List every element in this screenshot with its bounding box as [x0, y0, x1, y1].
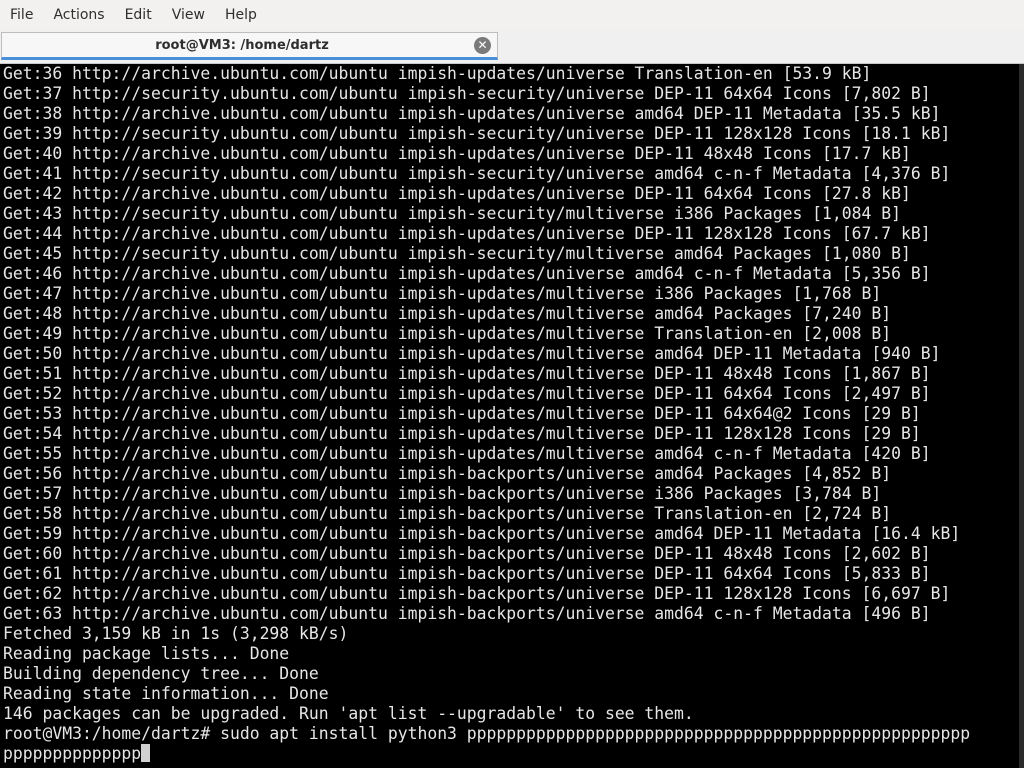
terminal-line: Get:53 http://archive.ubuntu.com/ubuntu … — [3, 404, 921, 423]
terminal-line: Get:44 http://archive.ubuntu.com/ubuntu … — [3, 224, 931, 243]
terminal-line: Get:56 http://archive.ubuntu.com/ubuntu … — [3, 464, 892, 483]
terminal-line: Get:48 http://archive.ubuntu.com/ubuntu … — [3, 304, 892, 323]
terminal-line: Get:63 http://archive.ubuntu.com/ubuntu … — [3, 604, 931, 623]
terminal-line: Get:54 http://archive.ubuntu.com/ubuntu … — [3, 424, 921, 443]
terminal-line: Get:47 http://archive.ubuntu.com/ubuntu … — [3, 284, 882, 303]
tab-bar: root@VM3: /home/dartz ✕ — [0, 30, 1024, 64]
terminal-line: Get:55 http://archive.ubuntu.com/ubuntu … — [3, 444, 931, 463]
terminal-line: Get:38 http://archive.ubuntu.com/ubuntu … — [3, 104, 941, 123]
terminal-line: Get:61 http://archive.ubuntu.com/ubuntu … — [3, 564, 931, 583]
terminal-tab[interactable]: root@VM3: /home/dartz ✕ — [1, 32, 498, 60]
terminal-line: Get:36 http://archive.ubuntu.com/ubuntu … — [3, 64, 872, 83]
terminal-line: Get:60 http://archive.ubuntu.com/ubuntu … — [3, 544, 931, 563]
terminal-line: Get:58 http://archive.ubuntu.com/ubuntu … — [3, 504, 892, 523]
terminal-cursor — [141, 744, 151, 762]
terminal-line: root@VM3:/home/dartz# sudo apt install p… — [3, 724, 971, 743]
terminal-input-text: pppppppppppppp — [3, 744, 142, 763]
terminal-line: Get:37 http://security.ubuntu.com/ubuntu… — [3, 84, 931, 103]
terminal-line: Reading package lists... Done — [3, 644, 290, 663]
terminal-line: Get:51 http://archive.ubuntu.com/ubuntu … — [3, 364, 931, 383]
menubar: File Actions Edit View Help — [0, 0, 1024, 30]
terminal-input-continuation: pppppppppppppp — [3, 744, 970, 764]
terminal-line: Get:59 http://archive.ubuntu.com/ubuntu … — [3, 524, 961, 543]
terminal-line: Fetched 3,159 kB in 1s (3,298 kB/s) — [3, 624, 349, 643]
tab-title: root@VM3: /home/dartz — [155, 38, 329, 53]
terminal-line: Get:41 http://security.ubuntu.com/ubuntu… — [3, 164, 951, 183]
terminal-line: Get:39 http://security.ubuntu.com/ubuntu… — [3, 124, 951, 143]
terminal-line: Building dependency tree... Done — [3, 664, 319, 683]
terminal-line: Get:40 http://archive.ubuntu.com/ubuntu … — [3, 144, 911, 163]
terminal-line: Get:57 http://archive.ubuntu.com/ubuntu … — [3, 484, 882, 503]
terminal-line: Get:50 http://archive.ubuntu.com/ubuntu … — [3, 344, 941, 363]
terminal-window: File Actions Edit View Help root@VM3: /h… — [0, 0, 1024, 768]
terminal-line: Get:43 http://security.ubuntu.com/ubuntu… — [3, 204, 901, 223]
terminal-line: Get:62 http://archive.ubuntu.com/ubuntu … — [3, 584, 951, 603]
menu-actions[interactable]: Actions — [43, 0, 114, 30]
terminal-line: Get:49 http://archive.ubuntu.com/ubuntu … — [3, 324, 892, 343]
close-icon[interactable]: ✕ — [474, 37, 491, 54]
terminal-line: Get:52 http://archive.ubuntu.com/ubuntu … — [3, 384, 931, 403]
terminal-scrollbar[interactable] — [1019, 64, 1024, 768]
terminal-output[interactable]: Get:36 http://archive.ubuntu.com/ubuntu … — [0, 64, 1019, 768]
terminal-line: Get:46 http://archive.ubuntu.com/ubuntu … — [3, 264, 931, 283]
menu-file[interactable]: File — [0, 0, 43, 30]
terminal-line: 146 packages can be upgraded. Run 'apt l… — [3, 704, 694, 723]
menu-edit[interactable]: Edit — [115, 0, 162, 30]
menu-view[interactable]: View — [162, 0, 215, 30]
terminal-lines: Get:36 http://archive.ubuntu.com/ubuntu … — [3, 64, 970, 764]
terminal-line: Get:42 http://archive.ubuntu.com/ubuntu … — [3, 184, 911, 203]
terminal-line: Get:45 http://security.ubuntu.com/ubuntu… — [3, 244, 911, 263]
menu-help[interactable]: Help — [215, 0, 267, 30]
terminal-line: Reading state information... Done — [3, 684, 329, 703]
